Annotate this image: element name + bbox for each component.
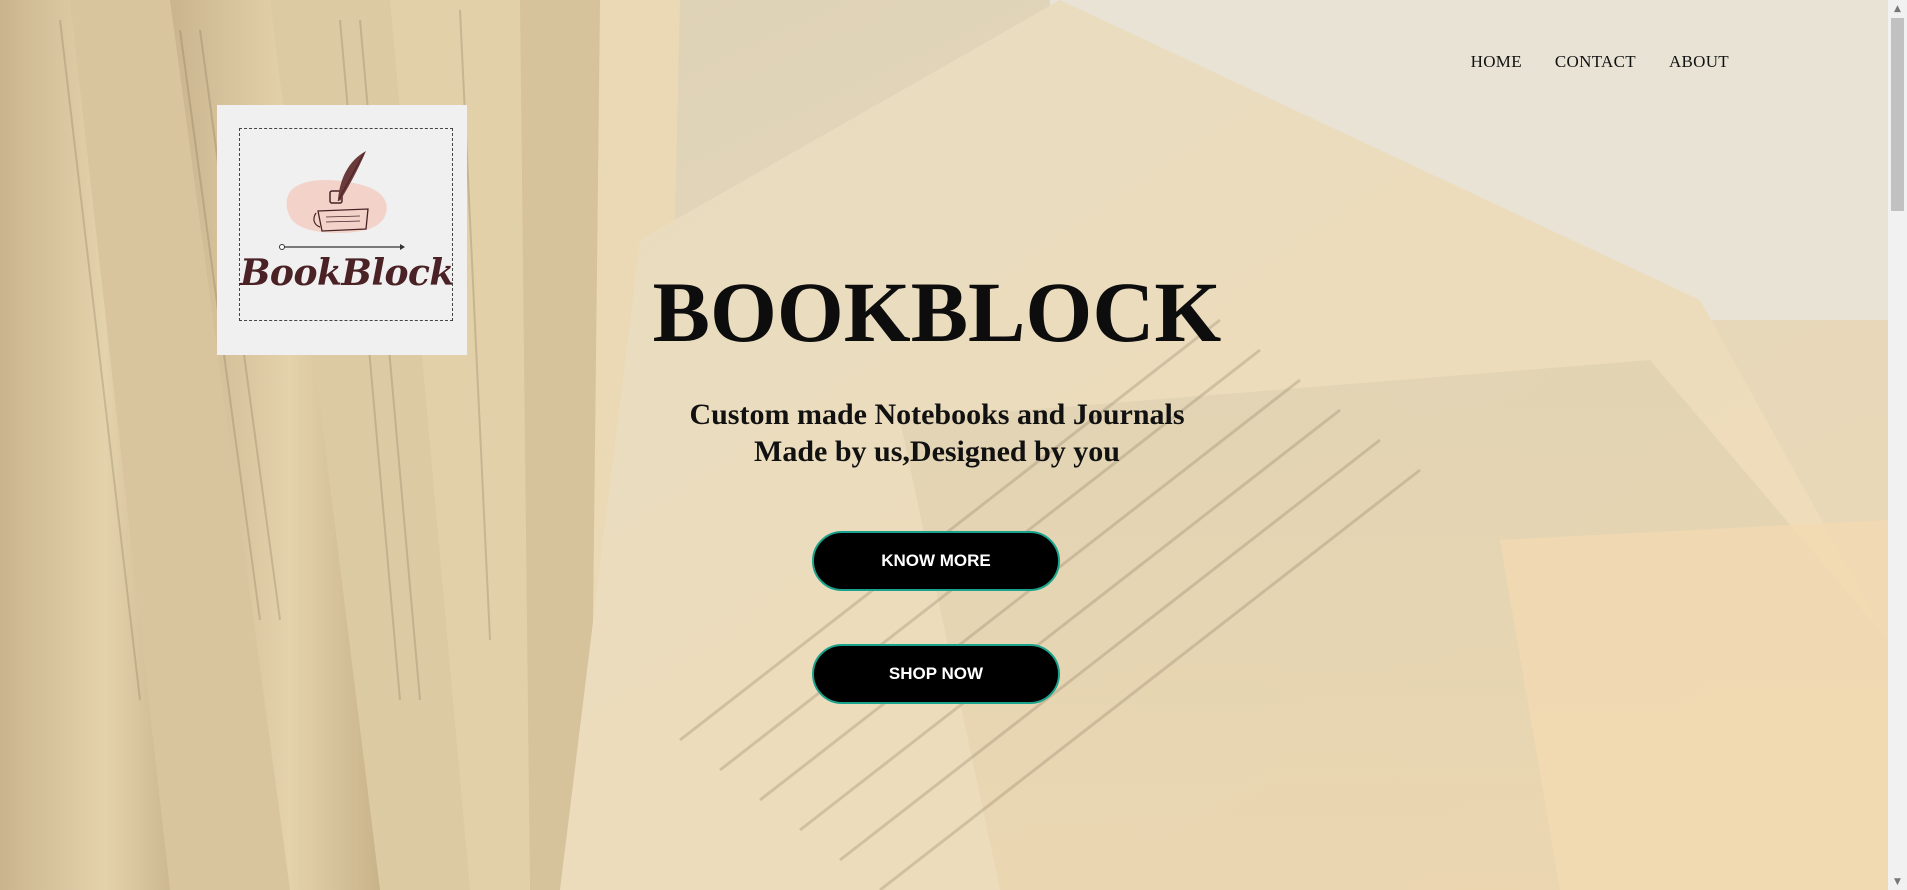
page-scrollbar[interactable]: ▲ ▼ <box>1888 0 1907 890</box>
nav-home-link[interactable]: HOME <box>1471 52 1522 72</box>
hero-subtitle: Custom made Notebooks and Journals Made … <box>0 396 1874 470</box>
hero-title: BOOKBLOCK <box>652 264 1222 360</box>
shop-now-button[interactable]: SHOP NOW <box>812 644 1060 704</box>
scroll-down-arrow-icon[interactable]: ▼ <box>1888 873 1907 890</box>
nav-contact-link[interactable]: CONTACT <box>1555 52 1636 72</box>
hero-subtitle-line-2: Made by us,Designed by you <box>754 435 1120 468</box>
know-more-button[interactable]: KNOW MORE <box>812 531 1060 591</box>
nav-about-link[interactable]: ABOUT <box>1669 52 1729 72</box>
scroll-up-arrow-icon[interactable]: ▲ <box>1888 0 1907 17</box>
hero-subtitle-line-1: Custom made Notebooks and Journals <box>689 398 1185 431</box>
top-navigation: HOME CONTACT ABOUT <box>1471 52 1729 72</box>
scrollbar-thumb[interactable] <box>1891 18 1904 211</box>
